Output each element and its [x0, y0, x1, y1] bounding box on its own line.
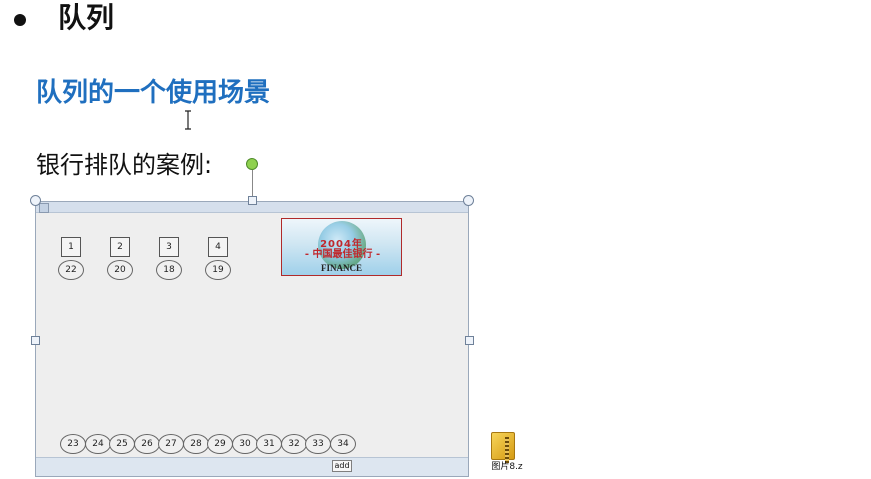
- queue-ticket: 34: [330, 434, 356, 454]
- case-label: 银行排队的案例:: [36, 151, 213, 179]
- slide-title: 队列: [58, 1, 115, 34]
- slide: 队列 队列的一个使用场景 银行排队的案例: 1 22 2 20 3 18 4 1…: [0, 0, 871, 479]
- resize-handle-left[interactable]: [31, 336, 40, 345]
- logo-brand: FINANCE: [320, 263, 362, 273]
- demo-window-statusbar: [36, 457, 468, 476]
- bullet-icon: [14, 14, 26, 26]
- resize-handle-top[interactable]: [248, 196, 257, 205]
- bank-queue-demo-picture[interactable]: 1 22 2 20 3 18 4 19 2004年 - 中国最佳银行 - FIN…: [35, 201, 469, 477]
- counter-window-2: 2: [110, 237, 130, 257]
- queue-ticket: 32: [281, 434, 307, 454]
- queue-ticket: 27: [158, 434, 184, 454]
- queue-ticket: 28: [183, 434, 209, 454]
- logo-year: 2004年: [320, 239, 363, 250]
- file-name: 图片8.z: [491, 462, 523, 472]
- counter-serving-1: 22: [58, 260, 84, 280]
- desktop-file[interactable]: 图片8.z: [487, 428, 527, 476]
- queue-ticket: 30: [232, 434, 258, 454]
- queue-ticket: 25: [109, 434, 135, 454]
- queue-ticket: 26: [134, 434, 160, 454]
- counter-window-4: 4: [208, 237, 228, 257]
- resize-handle-top-right[interactable]: [463, 195, 474, 206]
- best-bank-award-logo: 2004年 - 中国最佳银行 - FINANCE: [281, 218, 402, 276]
- counter-serving-2: 20: [107, 260, 133, 280]
- counter-serving-3: 18: [156, 260, 182, 280]
- window-app-icon: [39, 203, 49, 213]
- rotate-handle[interactable]: [246, 158, 258, 170]
- queue-ticket: 31: [256, 434, 282, 454]
- counter-serving-4: 19: [205, 260, 231, 280]
- queue-ticket: 29: [207, 434, 233, 454]
- zipper-stripe: [505, 437, 509, 463]
- queue-ticket: 23: [60, 434, 86, 454]
- queue-ticket: 24: [85, 434, 111, 454]
- counter-window-3: 3: [159, 237, 179, 257]
- logo-title: - 中国最佳银行 -: [304, 249, 381, 260]
- counter-window-1: 1: [61, 237, 81, 257]
- resize-handle-top-left[interactable]: [30, 195, 41, 206]
- queue-ticket: 33: [305, 434, 331, 454]
- add-button[interactable]: add: [332, 460, 352, 472]
- zip-folder-icon: [491, 432, 515, 463]
- slide-subtitle: 队列的一个使用场景: [36, 78, 271, 108]
- resize-handle-right[interactable]: [465, 336, 474, 345]
- text-cursor-icon: [185, 110, 191, 130]
